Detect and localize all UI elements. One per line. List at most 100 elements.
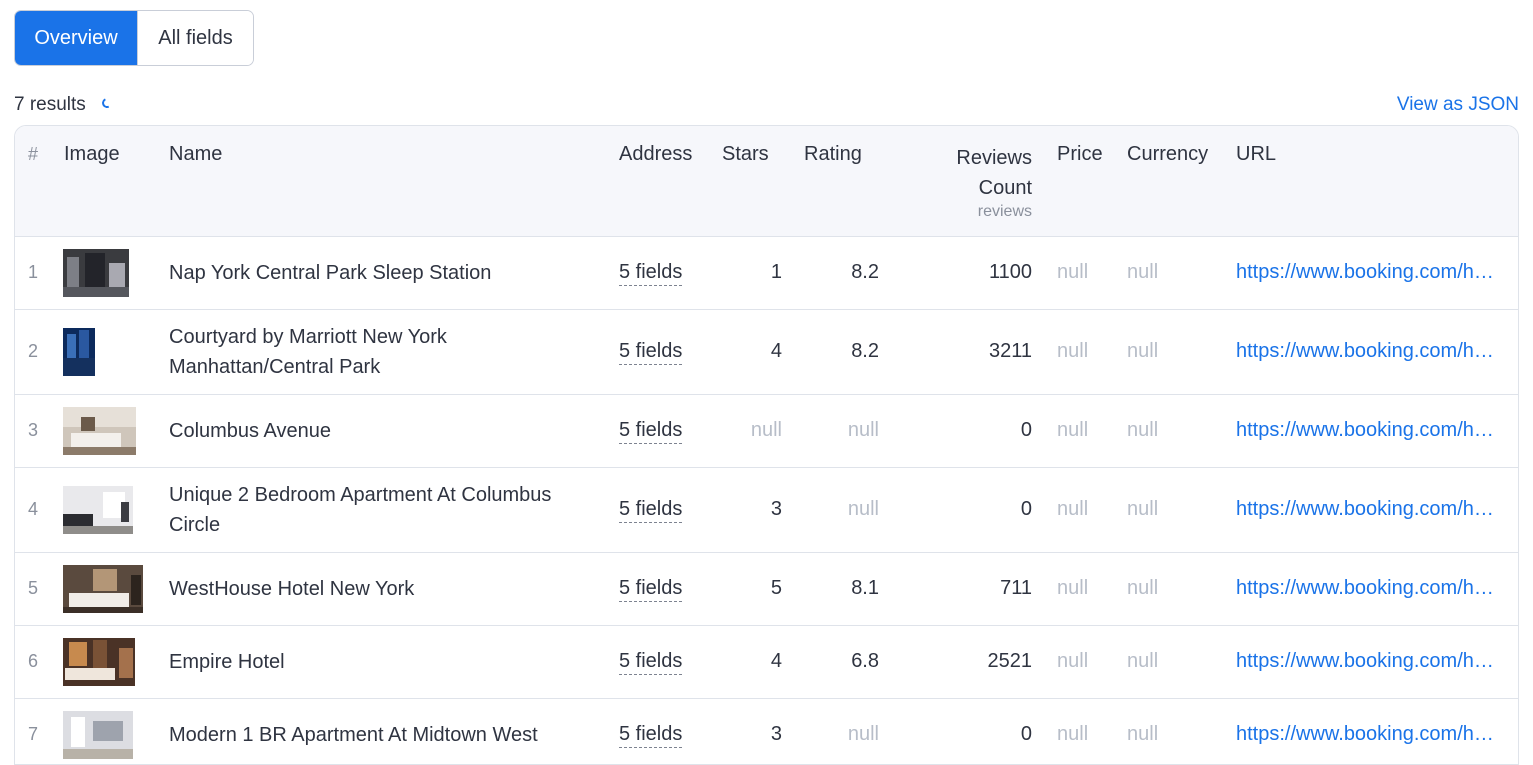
row-stars: 4	[718, 309, 794, 395]
row-url-cell: https://www.booking.com/hot...	[1212, 552, 1518, 626]
row-reviews-count: 1100	[880, 236, 1033, 310]
row-image	[51, 698, 168, 764]
row-stars: 4	[718, 625, 794, 699]
row-image	[51, 394, 168, 468]
row-number: 7	[15, 698, 51, 764]
hotel-thumbnail[interactable]	[63, 564, 143, 613]
table-row: 5 WestHouse Hotel New York 5 fields 5 8.…	[15, 552, 1518, 626]
col-header-name[interactable]: Name	[168, 126, 618, 237]
hotel-thumbnail[interactable]	[63, 406, 136, 455]
row-name: Unique 2 Bedroom Apartment At Columbus C…	[168, 467, 618, 553]
row-reviews-count: 0	[880, 698, 1033, 764]
row-rating: 6.8	[794, 625, 880, 699]
tab-overview[interactable]: Overview	[15, 11, 137, 65]
row-url-cell: https://www.booking.com/hot...	[1212, 467, 1518, 553]
address-fields-link[interactable]: 5 fields	[619, 498, 683, 523]
row-reviews-count: 0	[880, 467, 1033, 553]
hotel-thumbnail[interactable]	[63, 485, 133, 534]
row-url-cell: https://www.booking.com/hot...	[1212, 309, 1518, 395]
row-price: null	[1033, 236, 1103, 310]
results-count: 7 results	[14, 94, 114, 116]
row-price: null	[1033, 309, 1103, 395]
col-header-address[interactable]: Address	[618, 126, 718, 237]
row-reviews-count: 3211	[880, 309, 1033, 395]
address-fields-link[interactable]: 5 fields	[619, 261, 683, 286]
table-row: 3 Columbus Avenue 5 fields null null 0 n…	[15, 394, 1518, 468]
row-stars: 3	[718, 698, 794, 764]
tab-all-fields[interactable]: All fields	[137, 11, 253, 65]
col-header-url[interactable]: URL	[1212, 126, 1518, 237]
col-header-rating[interactable]: Rating	[794, 126, 880, 237]
row-reviews-count: 2521	[880, 625, 1033, 699]
row-currency: null	[1103, 698, 1212, 764]
row-url-link[interactable]: https://www.booking.com/hot...	[1236, 723, 1504, 746]
row-image	[51, 625, 168, 699]
row-url-link[interactable]: https://www.booking.com/hot...	[1236, 419, 1504, 442]
row-rating: null	[794, 698, 880, 764]
row-currency: null	[1103, 236, 1212, 310]
row-url-cell: https://www.booking.com/hot...	[1212, 394, 1518, 468]
row-url-link[interactable]: https://www.booking.com/hot...	[1236, 577, 1504, 600]
row-number: 1	[15, 236, 51, 310]
address-fields-link[interactable]: 5 fields	[619, 723, 683, 748]
view-tabs: Overview All fields	[14, 10, 254, 66]
col-header-image[interactable]: Image	[51, 126, 168, 237]
row-url-link[interactable]: https://www.booking.com/hot...	[1236, 340, 1504, 363]
table-header-row: # Image Name Address Stars Rating Review…	[15, 126, 1518, 237]
table-row: 2 Courtyard by Marriott New York Manhatt…	[15, 309, 1518, 395]
col-header-stars[interactable]: Stars	[718, 126, 794, 237]
row-name: Nap York Central Park Sleep Station	[168, 236, 618, 310]
row-name: Courtyard by Marriott New York Manhattan…	[168, 309, 618, 395]
loading-spinner-icon	[100, 96, 114, 110]
row-currency: null	[1103, 625, 1212, 699]
row-url-link[interactable]: https://www.booking.com/hot...	[1236, 650, 1504, 673]
row-reviews-count: 711	[880, 552, 1033, 626]
row-price: null	[1033, 467, 1103, 553]
table-row: 1 Nap York Central Park Sleep Station 5 …	[15, 236, 1518, 310]
row-address: 5 fields	[618, 625, 718, 699]
table-row: 7 Modern 1 BR Apartment At Midtown West …	[15, 698, 1518, 764]
row-name: Empire Hotel	[168, 625, 618, 699]
row-address: 5 fields	[618, 236, 718, 310]
row-stars: 1	[718, 236, 794, 310]
row-rating: 8.1	[794, 552, 880, 626]
col-header-currency[interactable]: Currency	[1103, 126, 1212, 237]
row-name: WestHouse Hotel New York	[168, 552, 618, 626]
hotel-thumbnail[interactable]	[63, 710, 133, 759]
table-row: 6 Empire Hotel 5 fields 4 6.8 2521 null …	[15, 625, 1518, 699]
address-fields-link[interactable]: 5 fields	[619, 340, 683, 365]
col-header-reviews-count[interactable]: Reviews Count reviews	[880, 126, 1033, 237]
row-rating: 8.2	[794, 309, 880, 395]
row-stars: 3	[718, 467, 794, 553]
row-url-cell: https://www.booking.com/hot...	[1212, 236, 1518, 310]
row-currency: null	[1103, 467, 1212, 553]
row-address: 5 fields	[618, 309, 718, 395]
col-header-price[interactable]: Price	[1033, 126, 1103, 237]
row-currency: null	[1103, 394, 1212, 468]
row-address: 5 fields	[618, 394, 718, 468]
row-url-link[interactable]: https://www.booking.com/hot...	[1236, 261, 1504, 284]
row-address: 5 fields	[618, 698, 718, 764]
row-number: 5	[15, 552, 51, 626]
row-number: 4	[15, 467, 51, 553]
address-fields-link[interactable]: 5 fields	[619, 650, 683, 675]
results-table: # Image Name Address Stars Rating Review…	[14, 125, 1519, 765]
address-fields-link[interactable]: 5 fields	[619, 419, 683, 444]
row-rating: null	[794, 467, 880, 553]
row-stars: 5	[718, 552, 794, 626]
results-count-text: 7 results	[14, 94, 86, 115]
row-address: 5 fields	[618, 552, 718, 626]
address-fields-link[interactable]: 5 fields	[619, 577, 683, 602]
row-url-link[interactable]: https://www.booking.com/hot...	[1236, 498, 1504, 521]
hotel-thumbnail[interactable]	[63, 327, 95, 376]
row-price: null	[1033, 394, 1103, 468]
hotel-thumbnail[interactable]	[63, 248, 129, 297]
row-currency: null	[1103, 309, 1212, 395]
hotel-thumbnail[interactable]	[63, 637, 135, 686]
view-as-json-link[interactable]: View as JSON	[1397, 94, 1519, 116]
table-row: 4 Unique 2 Bedroom Apartment At Columbus…	[15, 467, 1518, 553]
row-price: null	[1033, 552, 1103, 626]
row-price: null	[1033, 625, 1103, 699]
col-header-reviews-count-label: Reviews Count	[956, 147, 1032, 199]
row-url-cell: https://www.booking.com/hot...	[1212, 625, 1518, 699]
